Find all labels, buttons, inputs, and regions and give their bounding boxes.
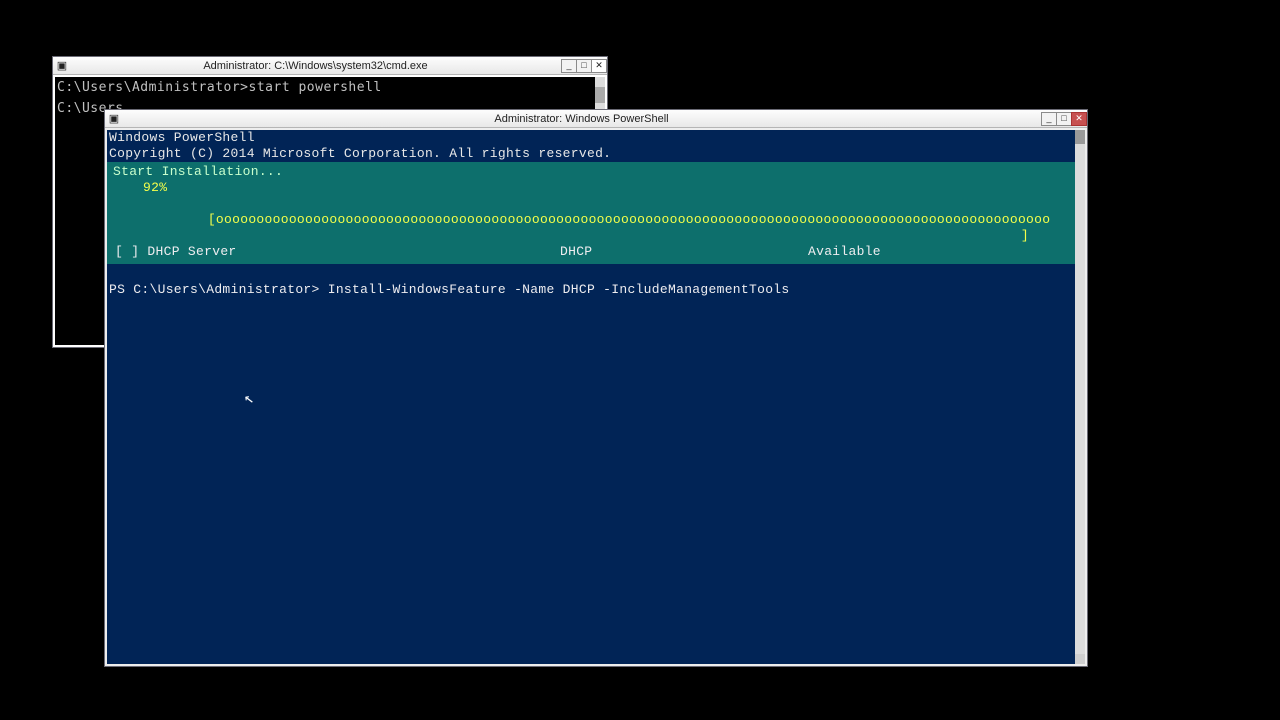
cmd-icon: ▣ bbox=[55, 59, 69, 73]
maximize-button[interactable]: □ bbox=[576, 59, 592, 73]
ps-body[interactable]: Windows PowerShell Copyright (C) 2014 Mi… bbox=[105, 128, 1087, 666]
ps-banner-title: Windows PowerShell bbox=[107, 130, 1085, 146]
cmd-titlebar[interactable]: ▣ Administrator: C:\Windows\system32\cmd… bbox=[53, 57, 607, 75]
close-button[interactable]: ✕ bbox=[1071, 112, 1087, 126]
minimize-button[interactable]: _ bbox=[1041, 112, 1057, 126]
close-button[interactable]: ✕ bbox=[591, 59, 607, 73]
feature-name: [ ] DHCP Server bbox=[115, 244, 560, 260]
feature-short: DHCP bbox=[560, 244, 808, 260]
ps-prompt-line: PS C:\Users\Administrator> Install-Windo… bbox=[107, 264, 1085, 298]
progress-bar-close: ] bbox=[1021, 228, 1069, 244]
cmd-line: C:\Users\Administrator>start powershell bbox=[57, 77, 605, 98]
minimize-button[interactable]: _ bbox=[561, 59, 577, 73]
powershell-icon: ▣ bbox=[107, 112, 121, 126]
maximize-button[interactable]: □ bbox=[1056, 112, 1072, 126]
ps-scrollbar[interactable] bbox=[1075, 130, 1085, 664]
ps-progress-block: Start Installation... 92% [ooooooooooooo… bbox=[107, 162, 1075, 264]
ps-scrollbar-down[interactable] bbox=[1075, 654, 1085, 664]
cmd-window-buttons: _ □ ✕ bbox=[562, 59, 607, 73]
cmd-scrollbar-thumb[interactable] bbox=[595, 87, 605, 103]
feature-status: Available bbox=[808, 244, 1069, 260]
ps-scrollbar-thumb[interactable] bbox=[1075, 130, 1085, 144]
progress-percent: 92% bbox=[113, 180, 1069, 196]
progress-bar-fill: oooooooooooooooooooooooooooooooooooooooo… bbox=[216, 212, 1050, 227]
progress-bar-open: [ bbox=[178, 212, 216, 227]
ps-title: Administrator: Windows PowerShell bbox=[121, 113, 1042, 125]
ps-titlebar[interactable]: ▣ Administrator: Windows PowerShell _ □ … bbox=[105, 110, 1087, 128]
ps-window-buttons: _ □ ✕ bbox=[1042, 112, 1087, 126]
progress-title: Start Installation... bbox=[113, 164, 1069, 180]
cmd-title: Administrator: C:\Windows\system32\cmd.e… bbox=[69, 60, 562, 72]
powershell-window: ▣ Administrator: Windows PowerShell _ □ … bbox=[104, 109, 1088, 667]
feature-row: [ ] DHCP Server DHCP Available bbox=[113, 244, 1069, 260]
ps-banner-copyright: Copyright (C) 2014 Microsoft Corporation… bbox=[107, 146, 1085, 162]
progress-bar: [ooooooooooooooooooooooooooooooooooooooo… bbox=[113, 196, 1069, 244]
